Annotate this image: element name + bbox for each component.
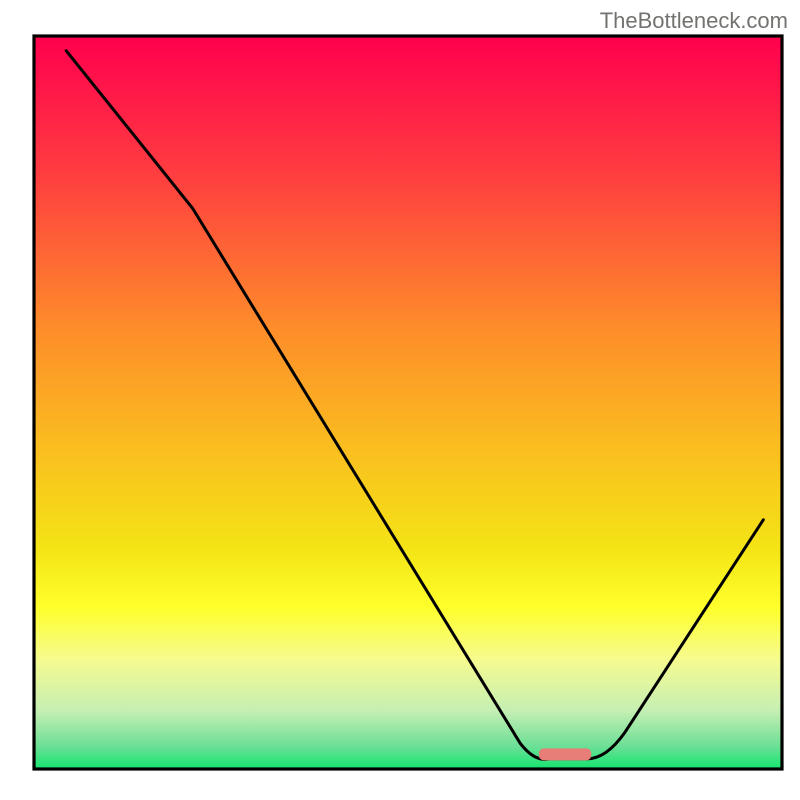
bottleneck-chart: TheBottleneck.com <box>0 0 800 800</box>
bottleneck-marker <box>539 748 591 760</box>
chart-svg <box>0 0 800 800</box>
gradient-bg <box>34 36 782 769</box>
watermark: TheBottleneck.com <box>600 8 788 34</box>
